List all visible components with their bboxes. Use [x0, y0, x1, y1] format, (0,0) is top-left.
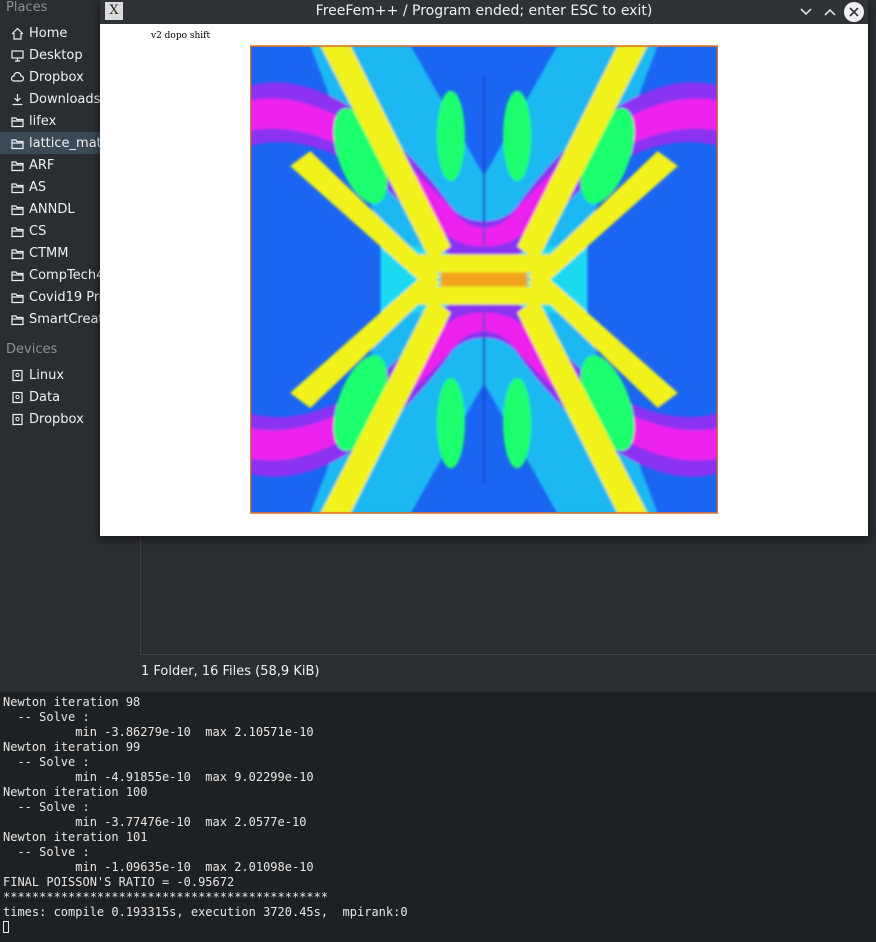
minimize-button[interactable]: [796, 2, 816, 22]
chevron-down-icon: [800, 8, 812, 16]
terminal-line: Newton iteration 101: [3, 830, 148, 844]
yellow-hub: [415, 286, 553, 305]
drive-icon: [10, 390, 24, 404]
folder-icon: [10, 158, 24, 172]
desktop-icon: [10, 48, 24, 62]
place-item-label: ANNDL: [29, 201, 75, 217]
devices-title: Devices: [6, 342, 58, 357]
terminal-cursor: [3, 921, 9, 933]
folder-icon: [10, 246, 24, 260]
terminal-output: Newton iteration 98 -- Solve : min -3.86…: [0, 692, 876, 920]
green-blob: [436, 377, 465, 469]
folder-icon: [10, 290, 24, 304]
place-item-label: Dropbox: [29, 69, 84, 85]
plot-label: v2 dopo shift: [151, 31, 211, 41]
folder-icon: [10, 312, 24, 326]
freefem-window: X FreeFem++ / Program ended; enter ESC t…: [100, 0, 868, 536]
orange-hub: [440, 272, 528, 287]
device-item-label: Dropbox: [29, 411, 84, 427]
folder-icon: [10, 114, 24, 128]
place-item-label: Covid19 Pro: [29, 289, 107, 305]
terminal-line: -- Solve :: [3, 800, 90, 814]
place-item-label: CTMM: [29, 245, 69, 261]
device-item-label: Linux: [29, 367, 65, 383]
places-title: Places: [6, 0, 48, 15]
place-item-label: AS: [29, 179, 47, 195]
close-button[interactable]: [844, 2, 864, 22]
terminal-line: Newton iteration 99: [3, 740, 141, 754]
yellow-hub: [415, 254, 553, 273]
folder-icon: [10, 136, 24, 150]
folder-icon: [10, 202, 24, 216]
place-item-label: SmartCreati: [29, 311, 108, 327]
green-blob: [436, 90, 465, 182]
place-item-label: ARF: [29, 157, 55, 173]
terminal-line: -- Solve :: [3, 710, 90, 724]
place-item-label: Desktop: [29, 47, 83, 63]
terminal-line: FINAL POISSON'S RATIO = -0.95672: [3, 875, 235, 889]
drive-icon: [10, 368, 24, 382]
cloud-icon: [10, 70, 24, 84]
maximize-button[interactable]: [820, 2, 840, 22]
folder-icon: [10, 180, 24, 194]
terminal-line: times: compile 0.193315s, execution 3720…: [3, 905, 408, 919]
fem-plot: [250, 45, 718, 514]
folder-icon: [10, 268, 24, 282]
status-bar: [0, 655, 876, 692]
terminal-panel[interactable]: Newton iteration 98 -- Solve : min -3.86…: [0, 692, 876, 942]
place-item-label: Home: [29, 25, 68, 41]
terminal-line: min -3.86279e-10 max 2.10571e-10: [3, 725, 314, 739]
home-icon: [10, 26, 24, 40]
window-title: FreeFem++ / Program ended; enter ESC to …: [315, 3, 653, 19]
place-item-label: CompTech4: [29, 267, 105, 283]
place-item-label: lifex: [29, 113, 57, 129]
terminal-line: ****************************************…: [3, 890, 329, 904]
place-item-label: CS: [29, 223, 47, 239]
terminal-line: min -1.09635e-10 max 2.01098e-10: [3, 860, 314, 874]
terminal-line: min -3.77476e-10 max 2.0577e-10: [3, 815, 307, 829]
drive-icon: [10, 412, 24, 426]
terminal-line: -- Solve :: [3, 755, 90, 769]
terminal-line: Newton iteration 100: [3, 785, 148, 799]
terminal-line: min -4.91855e-10 max 9.02299e-10: [3, 770, 314, 784]
terminal-line: Newton iteration 98: [3, 695, 141, 709]
status-text: 1 Folder, 16 Files (58,9 KiB): [141, 664, 320, 679]
file-view[interactable]: [140, 536, 876, 655]
terminal-line: -- Solve :: [3, 845, 90, 859]
folder-icon: [10, 224, 24, 238]
green-blob: [503, 90, 532, 182]
device-item-label: Data: [29, 389, 61, 405]
window-titlebar[interactable]: X FreeFem++ / Program ended; enter ESC t…: [100, 0, 868, 24]
place-item-label: Downloads: [29, 91, 101, 107]
chevron-up-icon: [824, 8, 836, 16]
close-icon: [849, 7, 859, 17]
download-icon: [10, 92, 24, 106]
green-blob: [503, 377, 532, 469]
